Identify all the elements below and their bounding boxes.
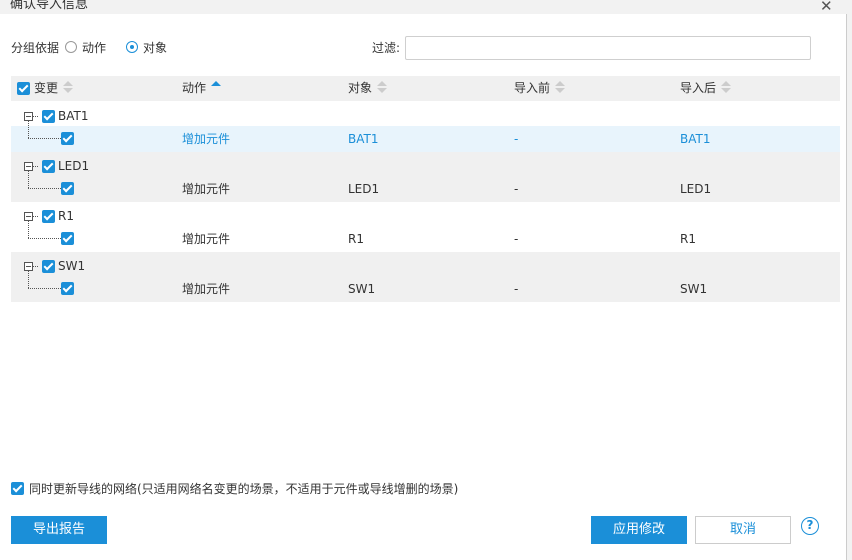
cell-action: 增加元件 (182, 232, 231, 246)
dialog-titlebar: 确认导入信息 ✕ (0, 0, 852, 14)
row-highlight (11, 126, 840, 152)
collapse-icon[interactable] (24, 212, 33, 221)
tree-line (33, 166, 38, 167)
row-checkbox[interactable] (61, 232, 74, 245)
group-name: R1 (58, 209, 74, 223)
cell-after: SW1 (680, 282, 708, 296)
group-by-label: 分组依据 (11, 41, 60, 55)
column-header-after[interactable]: 导入后 (680, 80, 732, 96)
column-header-object[interactable]: 对象 (348, 80, 388, 96)
cell-object: BAT1 (348, 132, 379, 146)
tree-line (28, 171, 29, 188)
row-checkbox[interactable] (61, 182, 74, 195)
cell-object: R1 (348, 232, 364, 246)
radio-object[interactable] (126, 41, 138, 53)
group-r1: R1 增加元件 R1 - R1 (11, 202, 840, 252)
filter-input[interactable] (405, 36, 811, 60)
column-header-action[interactable]: 动作 (182, 80, 222, 96)
column-header-change-label: 变更 (34, 81, 59, 95)
cell-after: R1 (680, 232, 696, 246)
cell-before: - (514, 282, 519, 296)
cancel-button[interactable]: 取消 (695, 516, 791, 544)
cell-object: SW1 (348, 282, 376, 296)
select-all-checkbox[interactable] (17, 82, 30, 95)
collapse-icon[interactable] (24, 162, 33, 171)
column-header-after-label: 导入后 (680, 81, 717, 95)
column-header-change[interactable]: 变更 (34, 80, 74, 96)
tree-line (28, 288, 61, 289)
group-sw1: SW1 增加元件 SW1 - SW1 (11, 252, 840, 302)
group-checkbox[interactable] (42, 160, 55, 173)
tree-line (33, 266, 38, 267)
group-checkbox[interactable] (42, 110, 55, 123)
cell-before: - (514, 132, 519, 146)
cell-before: - (514, 182, 519, 196)
filter-label: 过滤: (372, 41, 401, 55)
group-led1: LED1 增加元件 LED1 - LED1 (11, 152, 840, 202)
sort-icon[interactable] (377, 81, 388, 93)
group-name: SW1 (58, 259, 86, 273)
cell-action: 增加元件 (182, 182, 231, 196)
cell-action: 增加元件 (182, 282, 231, 296)
cell-after: LED1 (680, 182, 712, 196)
tree-line (28, 188, 61, 189)
dialog-title: 确认导入信息 (10, 0, 89, 12)
tree-line (28, 138, 61, 139)
update-net-label[interactable]: 同时更新导线的网络(只适用网络名变更的场景，不适用于元件或导线增删的场景) (29, 481, 458, 497)
close-icon[interactable]: ✕ (820, 0, 833, 14)
cell-action: 增加元件 (182, 132, 231, 146)
window-edge (846, 14, 852, 560)
group-bat1: BAT1 增加元件 BAT1 - BAT1 (11, 102, 840, 152)
cell-object: LED1 (348, 182, 380, 196)
radio-object-label[interactable]: 对象 (143, 40, 167, 56)
radio-action-label[interactable]: 动作 (82, 40, 106, 56)
help-icon[interactable]: ? (801, 517, 819, 535)
cell-before: - (514, 232, 519, 246)
column-header-before[interactable]: 导入前 (514, 80, 566, 96)
export-report-button[interactable]: 导出报告 (11, 516, 107, 544)
tree-line (28, 238, 61, 239)
collapse-icon[interactable] (24, 112, 33, 121)
group-checkbox[interactable] (42, 260, 55, 273)
sort-icon[interactable] (721, 81, 732, 93)
update-net-checkbox[interactable] (11, 482, 24, 495)
tree-line (33, 116, 38, 117)
tree-line (33, 216, 38, 217)
collapse-icon[interactable] (24, 262, 33, 271)
apply-changes-button[interactable]: 应用修改 (591, 516, 687, 544)
column-header-object-label: 对象 (348, 81, 373, 95)
group-name: BAT1 (58, 109, 89, 123)
sort-icon[interactable] (555, 81, 566, 93)
column-header-before-label: 导入前 (514, 81, 551, 95)
group-name: LED1 (58, 159, 90, 173)
row-checkbox[interactable] (61, 282, 74, 295)
tree-line (28, 271, 29, 288)
radio-action[interactable] (65, 41, 77, 53)
tree-line (28, 121, 29, 138)
sort-asc-icon[interactable] (211, 81, 222, 93)
cell-after: BAT1 (680, 132, 711, 146)
sort-icon[interactable] (63, 81, 74, 93)
row-checkbox[interactable] (61, 132, 74, 145)
tree-line (28, 221, 29, 238)
group-checkbox[interactable] (42, 210, 55, 223)
column-header-action-label: 动作 (182, 81, 207, 95)
table-header: 变更 动作 对象 导入前 导入后 (11, 76, 840, 101)
